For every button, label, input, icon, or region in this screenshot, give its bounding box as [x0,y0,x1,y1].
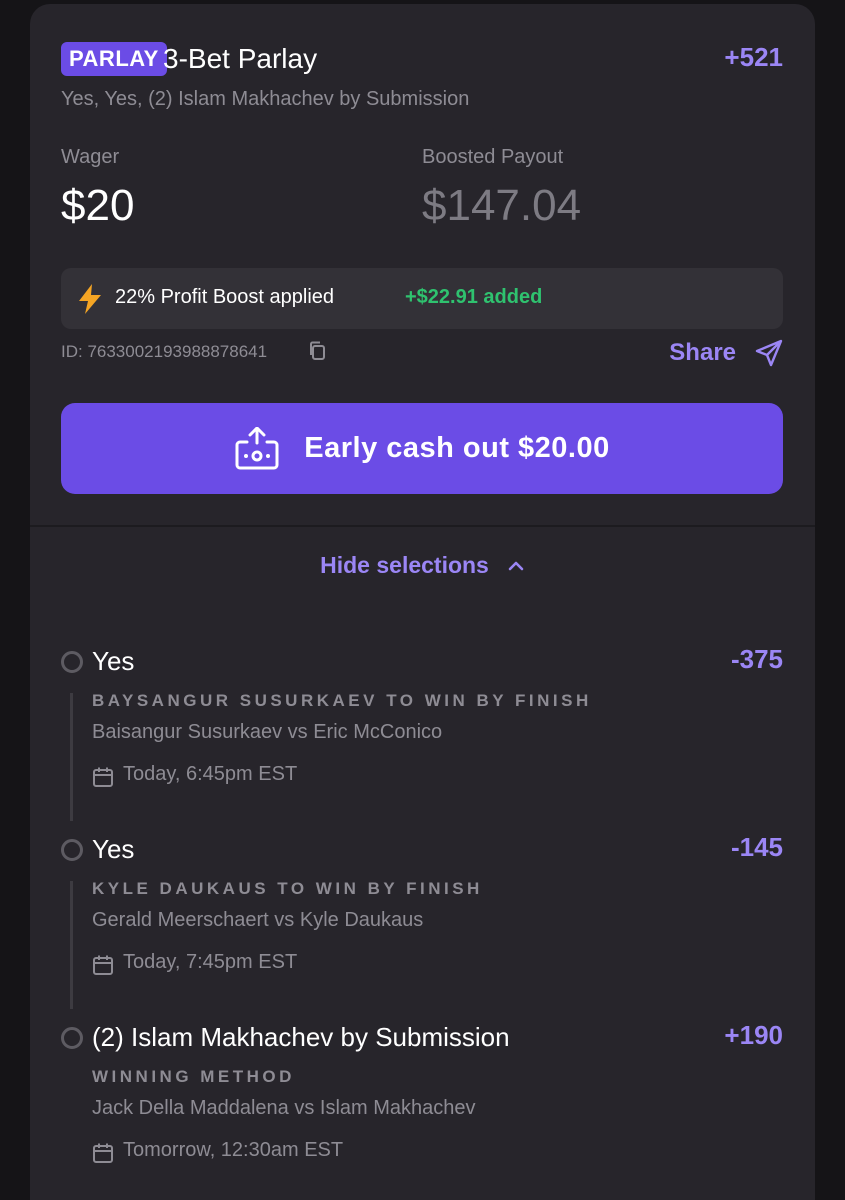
leg-status-dot [61,651,83,673]
chevron-up-icon [508,561,524,570]
payout-value: $147.04 [422,181,582,230]
cash-out-label: Early cash out $20.00 [304,432,610,464]
bet-header: PARLAY 3-Bet Parlay +521 [61,40,783,80]
leg-selection: Yes [92,646,135,676]
boost-text: 22% Profit Boost applied [115,286,335,308]
leg-event-time: Tomorrow, 12:30am EST [123,1139,344,1161]
send-icon [755,339,783,367]
leg-event-time: Today, 7:45pm EST [123,951,298,973]
payout-label: Boosted Payout [422,146,564,168]
share-label: Share [669,339,736,366]
bet-title: 3-Bet Parlay [163,43,318,74]
share-button[interactable]: Share [669,336,784,370]
leg-matchup: Jack Della Maddalena vs Islam Makhachev [92,1097,476,1119]
bet-subtitle: Yes, Yes, (2) Islam Makhachev by Submiss… [61,88,470,110]
leg-status-dot [61,839,83,861]
leg-selection: Yes [92,834,135,864]
bet-card: PARLAY 3-Bet Parlay +521 Yes, Yes, (2) I… [30,4,815,1200]
leg-event-time: Today, 6:45pm EST [123,763,298,785]
leg-market: BAYSANGUR SUSURKAEV TO WIN BY FINISH [92,691,592,710]
leg-matchup: Baisangur Susurkaev vs Eric McConico [92,721,443,743]
leg-connector-line [70,881,73,1009]
leg-odds: -145 [730,832,783,862]
profit-boost-banner: 22% Profit Boost applied +$22.91 added [61,268,783,329]
hide-selections-label: Hide selections [320,552,489,578]
wager-label: Wager [61,146,120,168]
calendar-icon [93,955,113,975]
leg-connector-line [70,693,73,821]
calendar-icon [93,767,113,787]
leg-odds: -375 [730,644,783,674]
leg-matchup: Gerald Meerschaert vs Kyle Daukaus [92,909,424,931]
leg-selection: (2) Islam Makhachev by Submission [92,1022,510,1052]
selection-leg: Yes -145 KYLE DAUKAUS TO WIN BY FINISH G… [61,829,783,1009]
boost-added-amount: +$22.91 added [405,286,543,308]
bet-id: ID: 7633002193988878641 [61,342,268,361]
leg-market: WINNING METHOD [92,1067,295,1086]
divider [30,525,815,527]
early-cash-out-button[interactable]: Early cash out $20.00 [61,403,783,494]
wager-value: $20 [61,181,135,230]
total-odds: +521 [724,42,783,72]
copy-icon[interactable] [308,341,326,361]
parlay-badge: PARLAY [61,42,167,76]
leg-market: KYLE DAUKAUS TO WIN BY FINISH [92,879,483,898]
calendar-icon [93,1143,113,1163]
lightning-bolt-icon [79,284,101,314]
hide-selections-toggle[interactable]: Hide selections [30,552,815,579]
leg-odds: +190 [724,1020,783,1050]
selection-leg: (2) Islam Makhachev by Submission +190 W… [61,1017,783,1187]
leg-status-dot [61,1027,83,1049]
cash-out-icon [235,426,279,469]
selection-leg: Yes -375 BAYSANGUR SUSURKAEV TO WIN BY F… [61,641,783,821]
